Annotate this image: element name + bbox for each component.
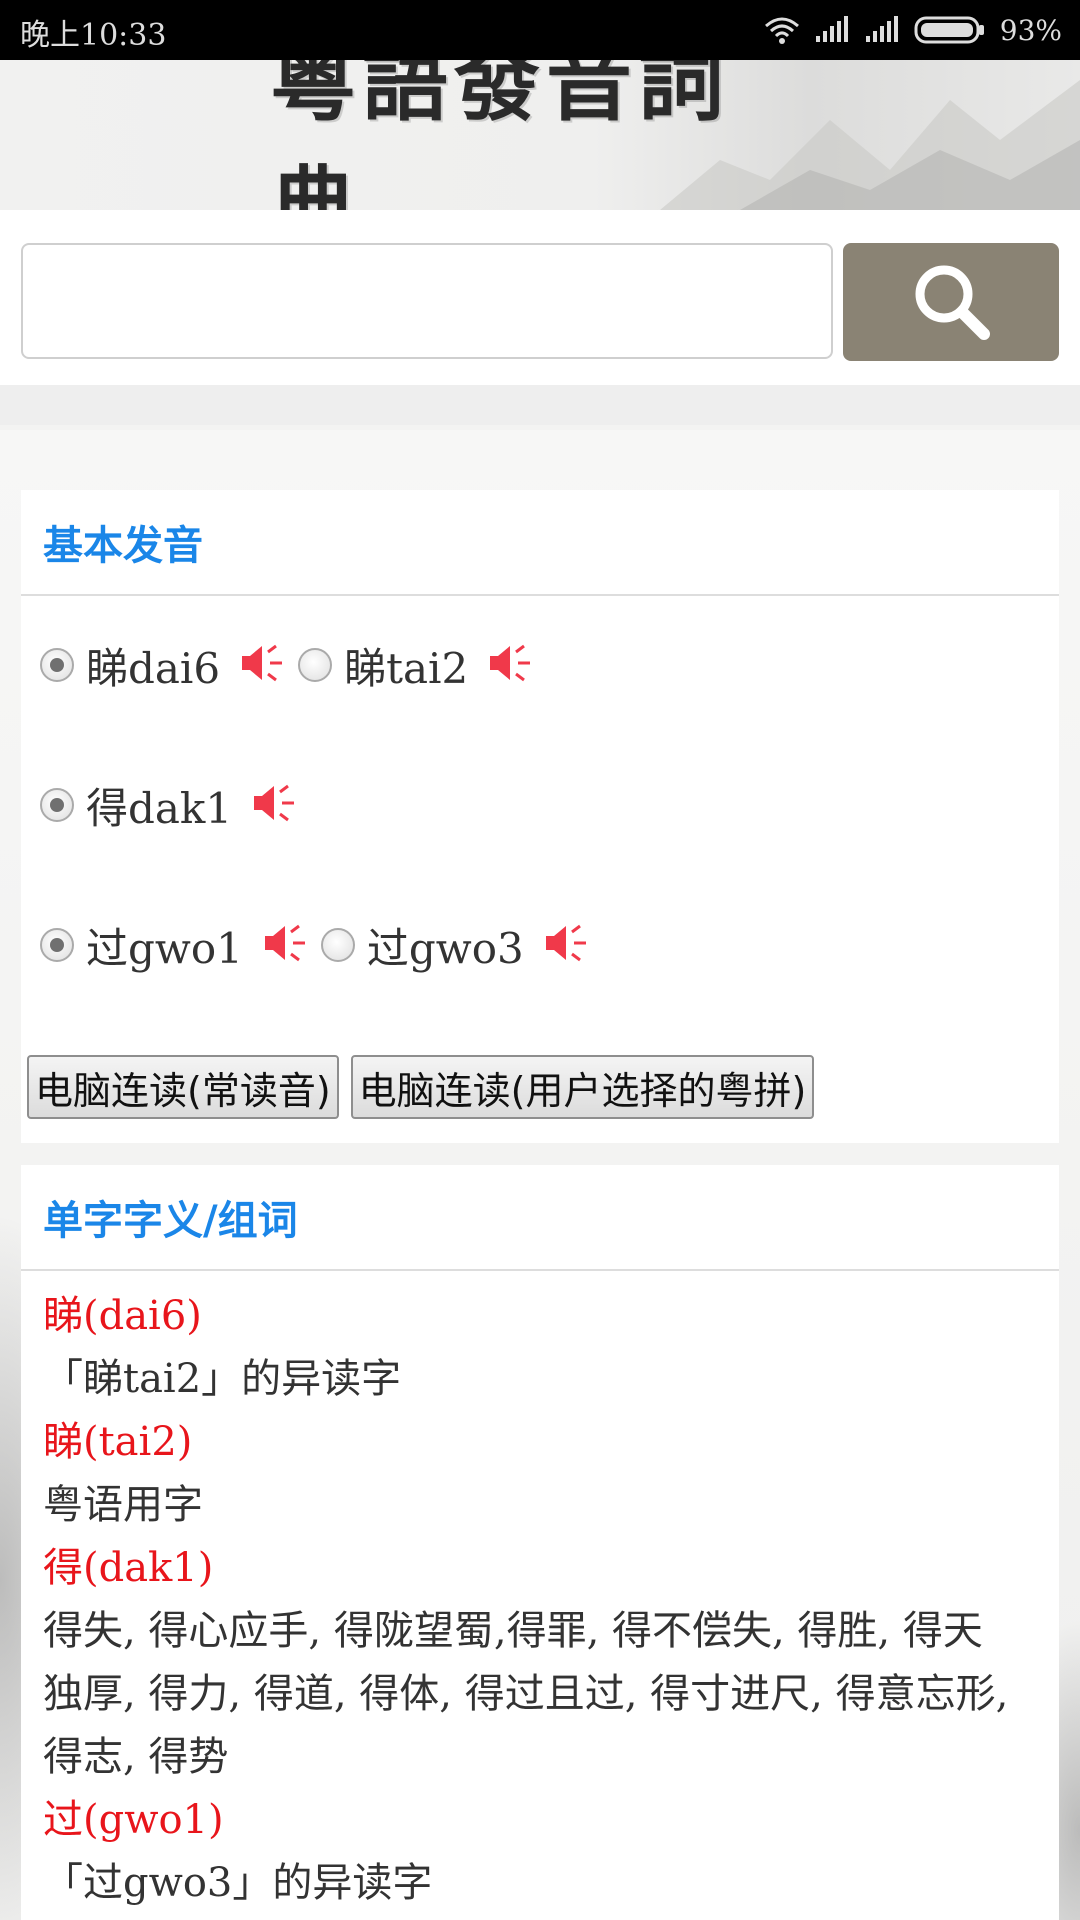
pronunciation-option[interactable]: 过gwo3 [320, 915, 602, 976]
pronunciation-option[interactable]: 得dak1 [40, 775, 310, 836]
search-bar [0, 210, 1080, 425]
radio-button[interactable] [298, 648, 333, 682]
speaker-icon[interactable] [263, 922, 307, 968]
search-icon [908, 258, 994, 347]
pronunciation-label: 睇tai2 [344, 643, 469, 693]
read-selected-button[interactable]: 电脑连读(用户选择的粤拼) [350, 1055, 815, 1119]
search-input[interactable] [21, 243, 833, 359]
card-title-meaning: 单字字义/组词 [43, 1198, 298, 1244]
entry-heading: 过(gwo1) [43, 1797, 224, 1843]
pronunciation-row: 得dak1 [40, 775, 310, 835]
pronunciation-row: 睇dai6 睇tai2 [40, 635, 546, 695]
status-time: 晚上10:33 [20, 18, 167, 53]
wifi-icon [764, 16, 800, 44]
pronunciation-label: 睇dai6 [86, 643, 221, 693]
read-buttons: 电脑连读(常读音) 电脑连读(用户选择的粤拼) [27, 1055, 815, 1119]
status-icons: 93% [764, 10, 1062, 50]
pronunciation-row: 过gwo1 过gwo3 [40, 915, 602, 975]
entry-heading: 睇(tai2) [43, 1419, 193, 1465]
card-title-basic-pronunciation: 基本发音 [43, 523, 203, 569]
battery-percent: 93% [999, 13, 1062, 47]
entry-text: 「睇tai2」的异读字 [43, 1356, 402, 1402]
pronunciation-label: 过gwo1 [86, 923, 243, 973]
read-common-button[interactable]: 电脑连读(常读音) [27, 1055, 339, 1119]
speaker-icon[interactable] [252, 782, 296, 828]
pronunciation-option[interactable]: 睇tai2 [298, 635, 546, 696]
entry-heading: 得(dak1) [43, 1545, 214, 1591]
entry-text: 得志, 得势 [43, 1734, 229, 1780]
battery-icon [914, 15, 986, 45]
pronunciation-label: 得dak1 [86, 783, 233, 833]
card-header: 单字字义/组词 [21, 1165, 1059, 1271]
status-bar: 晚上10:33 93% [0, 0, 1080, 60]
radio-button[interactable] [320, 928, 355, 962]
entry-text: 独厚, 得力, 得道, 得体, 得过且过, 得寸进尺, 得意忘形, [43, 1671, 1009, 1717]
speaker-icon[interactable] [240, 642, 284, 688]
pronunciation-option[interactable]: 睇dai6 [40, 635, 298, 696]
speaker-icon[interactable] [488, 642, 532, 688]
radio-button-checked[interactable] [40, 788, 74, 822]
entry-heading: 睇(dai6) [43, 1293, 202, 1339]
app-header: 粵語發音詞典 [0, 60, 1080, 210]
pronunciation-label: 过gwo3 [366, 923, 524, 973]
meaning-body: 睇(dai6) 「睇tai2」的异读字 睇(tai2) 粤语用字 得(dak1)… [21, 1271, 1059, 1915]
app-logo-title: 粵語發音詞典 [270, 60, 730, 210]
meaning-card: 单字字义/组词 睇(dai6) 「睇tai2」的异读字 睇(tai2) 粤语用字… [21, 1165, 1059, 1920]
radio-button-checked[interactable] [40, 648, 74, 682]
entry-text: 粤语用字 [43, 1482, 203, 1528]
speaker-icon[interactable] [544, 922, 588, 968]
entry-text: 得失, 得心应手, 得陇望蜀,得罪, 得不偿失, 得胜, 得天 [43, 1608, 983, 1654]
entry-text: 「过gwo3」的异读字 [43, 1860, 433, 1906]
signal-icon-2 [864, 16, 900, 44]
card-header: 基本发音 [21, 490, 1059, 596]
search-button[interactable] [843, 243, 1059, 361]
radio-button-checked[interactable] [40, 928, 74, 962]
basic-pronunciation-card: 基本发音 睇dai6 睇tai2 得dak1 过gwo1 过gwo3 电脑连读(… [21, 490, 1059, 1143]
signal-icon [814, 16, 850, 44]
pronunciation-option[interactable]: 过gwo1 [40, 915, 321, 976]
